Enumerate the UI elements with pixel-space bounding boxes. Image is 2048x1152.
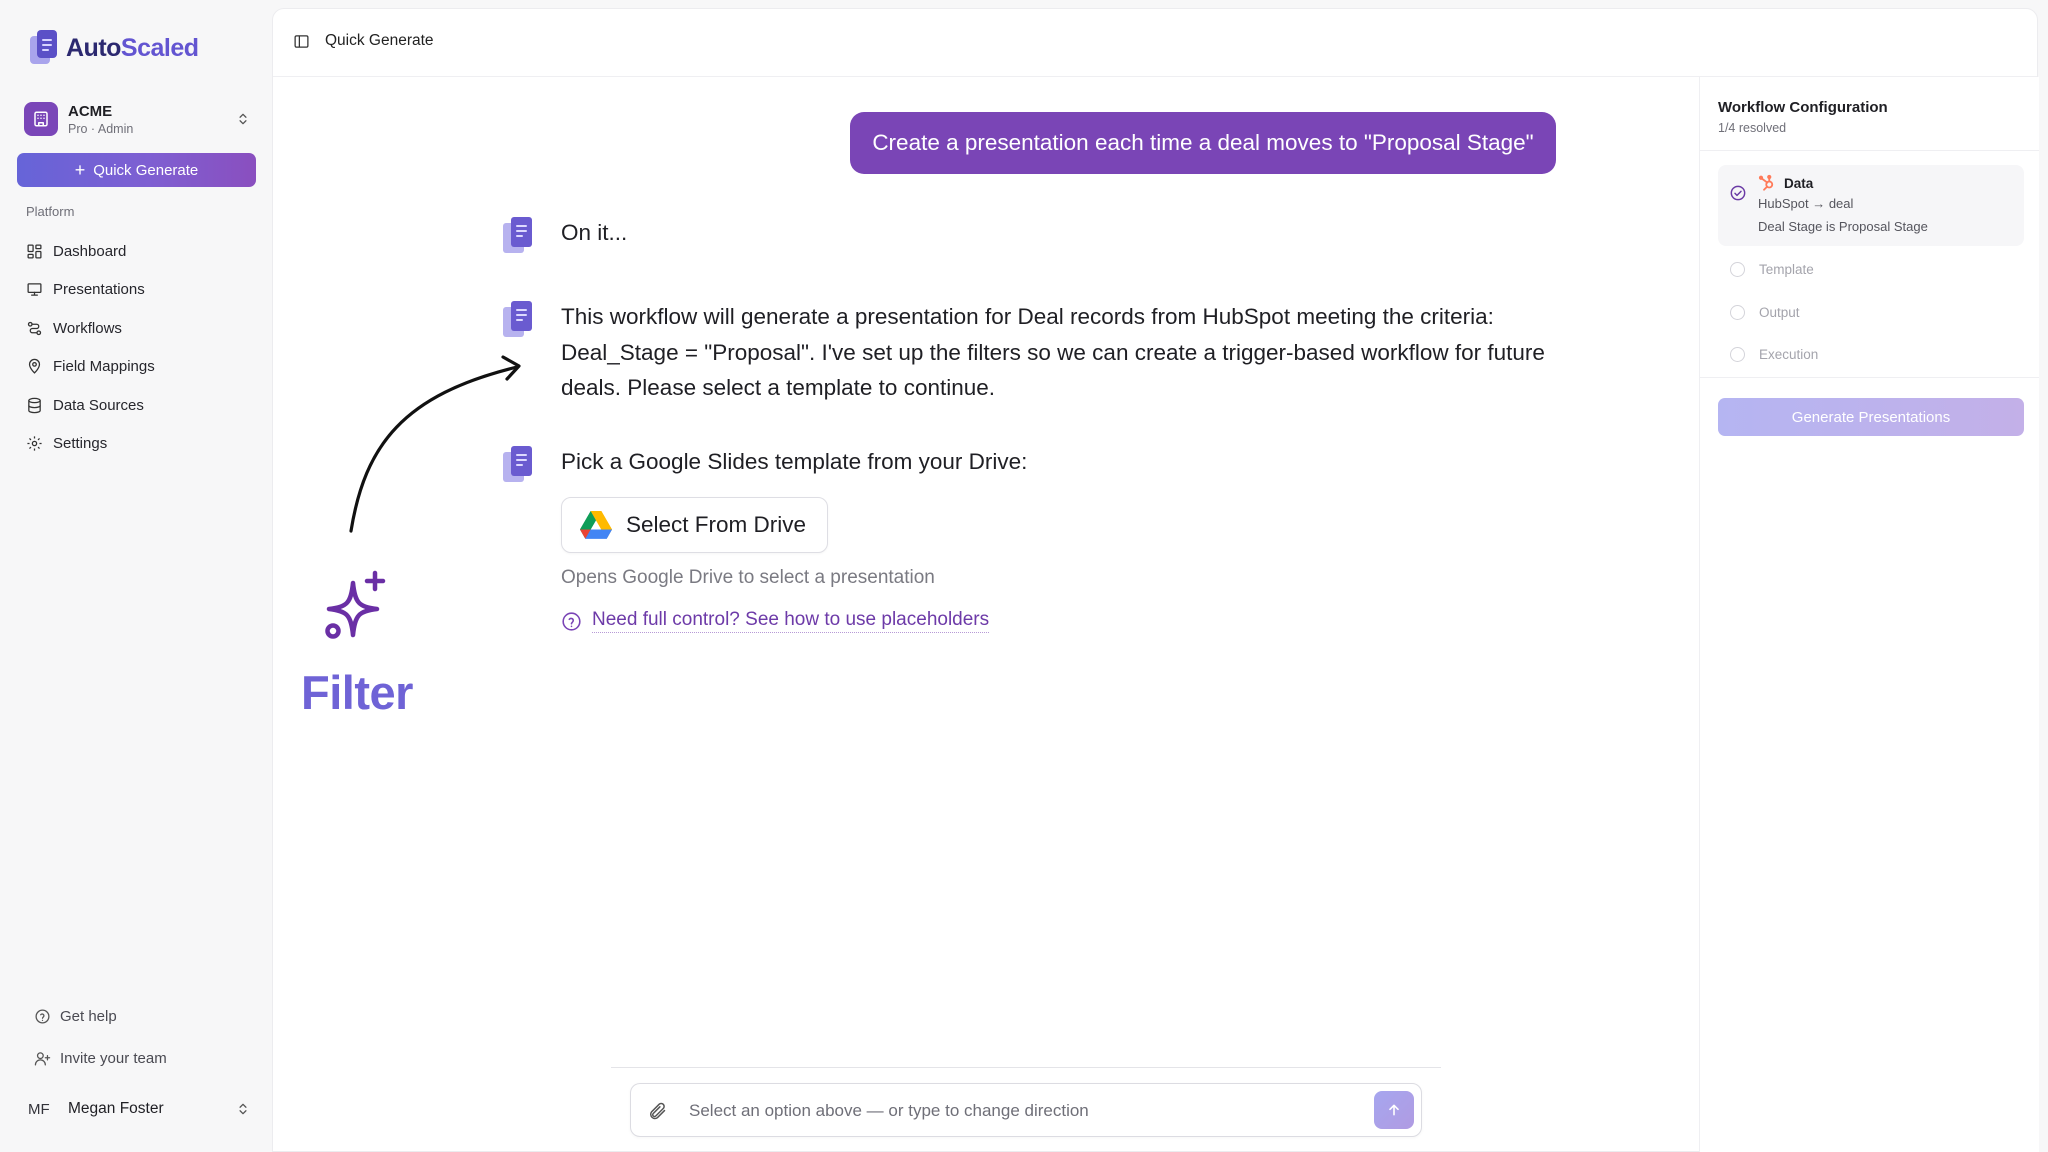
config-step-label: Output [1759, 304, 1800, 320]
config-header: Workflow Configuration 1/4 resolved [1700, 77, 2039, 151]
get-help-label: Get help [60, 1007, 117, 1025]
sidebar-item-field-mappings[interactable]: Field Mappings [26, 348, 256, 387]
config-step-output[interactable]: Output [1730, 302, 1800, 322]
section-label-platform: Platform [26, 204, 75, 219]
drive-hint: Opens Google Drive to select a presentat… [561, 567, 935, 588]
user-message: Create a presentation each time a deal m… [850, 112, 1556, 174]
placeholders-help-link[interactable]: Need full control? See how to use placeh… [561, 609, 990, 633]
plus-icon: + [74, 160, 86, 180]
generate-presentations-button[interactable]: Generate Presentations [1718, 398, 2024, 436]
sidebar-item-data-sources[interactable]: Data Sources [26, 386, 256, 425]
select-from-drive-button[interactable]: Select From Drive [561, 497, 828, 553]
quick-generate-button[interactable]: + Quick Generate [17, 153, 256, 187]
page-title: Quick Generate [325, 32, 434, 49]
config-step-label: Data [1784, 176, 1814, 191]
sidebar: AutoScaled ACME Pro · Admin + Quick Gene… [0, 0, 272, 1152]
invite-team-link[interactable]: Invite your team [34, 1037, 167, 1079]
chevron-up-down-icon [239, 113, 247, 125]
google-drive-icon [580, 511, 612, 539]
paperclip-icon[interactable] [647, 1100, 667, 1122]
send-button[interactable] [1374, 1091, 1414, 1129]
divider [611, 1067, 1441, 1068]
divider [1700, 377, 2039, 378]
user-plus-icon [34, 1051, 51, 1066]
sidebar-item-settings[interactable]: Settings [26, 425, 256, 464]
brand-name: AutoScaled [66, 33, 199, 62]
main-panel: Quick Generate Create a presentation eac… [272, 8, 2039, 1152]
sidebar-item-label: Settings [53, 435, 108, 453]
map-pin-icon [28, 359, 41, 374]
presentation-icon [27, 283, 42, 297]
assistant-message: Pick a Google Slides template from your … [503, 444, 1553, 494]
check-circle-icon [1730, 185, 1746, 201]
placeholders-help-label: Need full control? See how to use placeh… [592, 609, 990, 633]
sidebar-item-label: Field Mappings [53, 358, 155, 376]
config-step-label: Execution [1759, 346, 1819, 362]
sidebar-item-workflows[interactable]: Workflows [26, 309, 256, 348]
org-plan: Pro · Admin [68, 121, 134, 136]
logo-icon [30, 30, 58, 66]
config-progress: 1/4 resolved [1718, 121, 1787, 135]
config-step-filter: Deal Stage is Proposal Stage [1758, 219, 1928, 234]
composer-input[interactable] [689, 1097, 1339, 1125]
select-from-drive-label: Select From Drive [626, 512, 807, 537]
building-icon [24, 102, 58, 136]
config-step-template[interactable]: Template [1730, 259, 1814, 279]
org-switcher[interactable]: ACME Pro · Admin [24, 98, 250, 140]
database-icon [28, 397, 41, 413]
user-name: Megan Foster [68, 1100, 164, 1117]
empty-circle-icon [1730, 304, 1745, 320]
invite-team-label: Invite your team [60, 1049, 167, 1067]
sidebar-item-label: Data Sources [53, 396, 144, 414]
annotation-label: Filter [301, 666, 413, 719]
chevron-up-down-icon [239, 1103, 247, 1115]
sidebar-nav: Dashboard Presentations Workflows Field … [26, 232, 256, 463]
config-step-data[interactable]: Data HubSpot → deal Deal Stage is Propos… [1718, 165, 2024, 246]
topbar: Quick Generate [273, 9, 2037, 77]
assistant-message-text: This workflow will generate a presentati… [561, 299, 1545, 406]
avatar: MF [28, 1100, 50, 1118]
empty-circle-icon [1730, 346, 1745, 362]
sidebar-item-label: Dashboard [53, 242, 127, 260]
help-circle-icon [35, 1008, 50, 1024]
sidebar-item-dashboard[interactable]: Dashboard [26, 232, 256, 271]
assistant-message-text: Pick a Google Slides template from your … [561, 449, 1028, 474]
hubspot-icon [1758, 174, 1774, 191]
assistant-avatar-icon [503, 217, 532, 253]
sidebar-footer: Get help Invite your team [34, 995, 167, 1079]
message-line: deals. Please select a template to conti… [561, 375, 996, 400]
quick-generate-label: Quick Generate [93, 161, 199, 179]
get-help-link[interactable]: Get help [34, 995, 167, 1037]
config-title: Workflow Configuration [1718, 99, 1888, 116]
workflow-config-panel: Workflow Configuration 1/4 resolved Data… [1699, 77, 2039, 1152]
sidebar-item-label: Presentations [53, 281, 145, 299]
sparkle-icon [325, 570, 386, 639]
dashboard-icon [27, 244, 42, 259]
sidebar-item-label: Workflows [53, 319, 122, 337]
org-name: ACME [68, 102, 113, 120]
message-line: This workflow will generate a presentati… [561, 304, 1494, 329]
user-menu[interactable]: MF Megan Foster [28, 1094, 250, 1124]
message-composer [630, 1083, 1422, 1137]
assistant-avatar-icon [503, 301, 532, 337]
assistant-message: This workflow will generate a presentati… [503, 299, 1553, 409]
arrow-up-icon [1389, 1104, 1399, 1116]
empty-circle-icon [1730, 261, 1745, 277]
help-circle-icon [562, 611, 581, 631]
curved-arrow-icon [349, 355, 521, 533]
message-line: Deal_Stage = "Proposal". I've set up the… [561, 339, 1545, 365]
gear-icon [27, 436, 42, 451]
config-step-source: HubSpot → deal [1758, 196, 1854, 211]
config-step-execution[interactable]: Execution [1730, 344, 1818, 364]
assistant-message-text: On it... [561, 220, 628, 245]
sidebar-toggle-icon[interactable] [293, 33, 310, 50]
assistant-message: On it... [503, 215, 1553, 265]
sidebar-item-presentations[interactable]: Presentations [26, 271, 256, 310]
workflow-icon [27, 321, 42, 335]
config-step-label: Template [1759, 261, 1814, 277]
logo[interactable]: AutoScaled [30, 30, 199, 66]
